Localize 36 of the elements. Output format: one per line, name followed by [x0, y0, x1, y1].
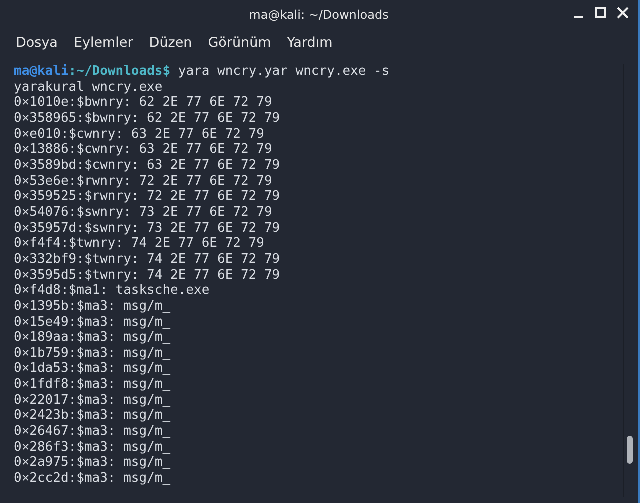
- output-line: 0×1b759:$ma3: msg/m_: [14, 346, 172, 362]
- menu-item[interactable]: Düzen: [141, 32, 200, 56]
- output-line: 0×35957d:$swnry: 73 2E 77 6E 72 79: [14, 220, 282, 236]
- output-line: 0×189aa:$ma3: msg/m_: [14, 330, 172, 346]
- menu-item[interactable]: Dosya: [8, 32, 66, 56]
- window-title: ma@kali: ~/Downloads: [249, 8, 389, 22]
- prompt-line: ma@kali:~/Downloads$ yara wncry.yar wncry.exe -s: [14, 64, 391, 80]
- output-line: 0×f4d8:$ma1: tasksche.exe: [14, 283, 211, 299]
- output-line: 0×332bf9:$twnry: 74 2E 77 6E 72 79: [14, 252, 282, 268]
- output-line: 0×286f3:$ma3: msg/m_: [14, 440, 172, 456]
- maximize-icon[interactable]: [594, 6, 608, 20]
- output-line: 0×54076:$swnry: 73 2E 77 6E 72 79: [14, 204, 274, 221]
- output-line: 0×26467:$ma3: msg/m_: [14, 424, 172, 440]
- output-line: 0×3595d5:$twnry: 74 2E 77 6E 72 79: [14, 268, 282, 284]
- output-line: 0×1395b:$ma3: msg/m_: [14, 298, 172, 314]
- output-line: 0×1da53:$ma3: msg/m_: [14, 361, 172, 378]
- output-line: 0×1010e:$bwnry: 62 2E 77 6E 72 79: [14, 95, 274, 111]
- menu-item[interactable]: Görünüm: [200, 32, 280, 56]
- menu-item[interactable]: Yardım: [279, 32, 341, 56]
- output-line: 0×2423b:$ma3: msg/m_: [14, 408, 172, 424]
- output-line: 0×e010:$cwnry: 63 2E 77 6E 72 79: [14, 126, 266, 142]
- menu-item[interactable]: Eylemler: [66, 32, 142, 56]
- output-line: 0×359525:$rwnry: 72 2E 77 6E 72 79: [14, 189, 282, 205]
- output-line: 0×1fdf8:$ma3: msg/m_: [14, 377, 172, 393]
- output-line: 0×53e6e:$rwnry: 72 2E 77 6E 72 79: [14, 174, 274, 190]
- output-line: 0×13886:$cwnry: 63 2E 77 6E 72 79: [14, 142, 274, 158]
- output-line: 0×2cc2d:$ma3: msg/m_: [14, 471, 172, 487]
- output-line: 0×3589bd:$cwnry: 63 2E 77 6E 72 79: [14, 158, 282, 174]
- output-line: 0×15e49:$ma3: msg/m_: [14, 314, 172, 330]
- output-line: 0×2a975:$ma3: msg/m_: [14, 455, 172, 472]
- output-line: 0×358965:$bwnry: 62 2E 77 6E 72 79: [14, 110, 282, 127]
- output-line: 0×f4f4:$twnry: 74 2E 77 6E 72 79: [14, 236, 266, 252]
- close-icon[interactable]: [616, 6, 630, 20]
- output-line: 0×22017:$ma3: msg/m_: [14, 392, 172, 408]
- scrollbar-thumb[interactable]: [627, 436, 633, 464]
- output-line: yarakural wncry.exe: [14, 80, 164, 96]
